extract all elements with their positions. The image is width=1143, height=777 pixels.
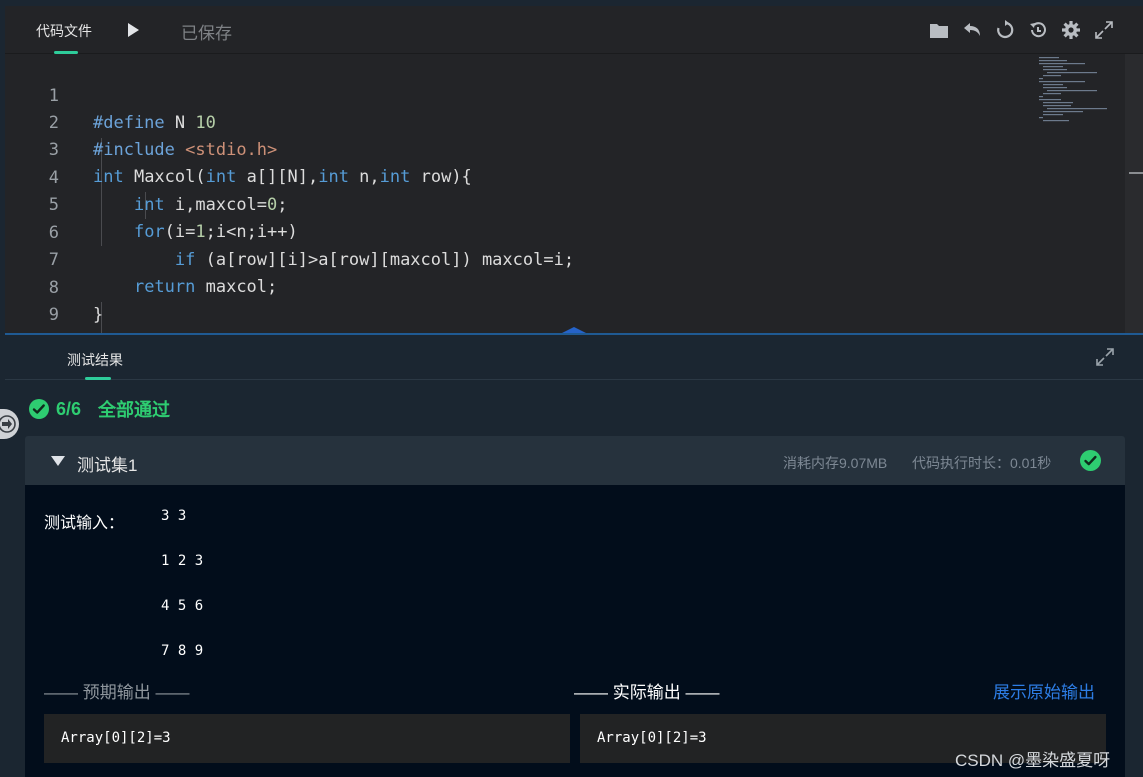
code-line: 1 #define N 10 — [5, 56, 216, 133]
undo-icon[interactable] — [960, 18, 983, 41]
check-circle-icon — [1080, 450, 1101, 471]
code-line: 2 #include <stdio.h> — [5, 83, 278, 160]
testset-body: 测试输入： 3 3 1 2 3 4 5 6 7 8 9 —— 预期输出 —— —… — [25, 485, 1125, 777]
expand-icon[interactable] — [1095, 347, 1115, 367]
watermark: CSDN @墨染盛夏呀 — [955, 751, 1111, 770]
code-text: int i,maxcol=0; — [133, 195, 288, 215]
code-editor: 代码文件 已保存 1 #define N 10 2 #include <stdi… — [5, 6, 1143, 380]
code-text: if (a[row][i]>a[row][maxcol]) maxcol=i; — [174, 250, 575, 270]
show-raw-output-link[interactable]: 展示原始输出 — [993, 678, 1095, 703]
actual-output-title: —— 实际输出 —— — [574, 683, 720, 702]
code-line: 9 int Minrow(int a[][N],int m,int col){ — [5, 275, 472, 352]
test-input-line: 1 2 3 — [161, 553, 204, 569]
refresh-icon[interactable] — [993, 18, 1016, 41]
code-area[interactable]: 1 #define N 10 2 #include <stdio.h> 3 in… — [5, 54, 1035, 380]
tab-active-indicator — [85, 377, 111, 380]
test-input-line: 7 8 9 — [161, 643, 204, 659]
history-icon[interactable] — [1026, 18, 1049, 41]
gear-icon[interactable] — [1059, 18, 1082, 41]
code-line: 6 if (a[row][i]>a[row][maxcol]) maxcol=i… — [5, 193, 574, 270]
code-line: 7 return maxcol; — [5, 220, 278, 297]
testset-title: 测试集1 — [77, 456, 138, 475]
editor-tool-icons — [927, 18, 1115, 41]
expected-output-title: —— 预期输出 —— — [44, 683, 190, 702]
code-text: for(i=1;i<n;i++) — [133, 222, 298, 242]
play-icon — [128, 23, 139, 37]
result-summary: 6/6 全部通过 — [29, 396, 170, 422]
expected-output-box: Array[0][2]=3 — [44, 714, 570, 763]
code-line: 3 int Maxcol(int a[][N],int n,int row){ — [5, 110, 472, 187]
editor-toolbar: 代码文件 已保存 — [5, 6, 1143, 54]
collapse-triangle-icon[interactable] — [51, 456, 65, 466]
test-input-label: 测试输入： — [44, 515, 125, 532]
result-header: 测试结果 — [5, 335, 1143, 380]
tab-code-file[interactable]: 代码文件 — [36, 21, 92, 41]
arrow-right-circle-icon — [0, 415, 16, 433]
tab-test-results[interactable]: 测试结果 — [67, 350, 123, 370]
code-line: 8 } — [5, 248, 104, 325]
editor-scrollbar[interactable] — [1125, 54, 1143, 334]
pass-score: 6/6 — [56, 398, 82, 419]
folder-icon[interactable] — [927, 18, 950, 41]
code-text: } — [93, 305, 104, 325]
test-input-line: 3 3 — [161, 508, 187, 524]
check-circle-icon — [29, 399, 49, 419]
code-text: #include <stdio.h> — [93, 140, 278, 160]
code-text: #define N 10 — [93, 113, 216, 133]
run-button[interactable] — [126, 20, 142, 40]
memory-usage: 消耗内存9.07MB — [783, 455, 888, 471]
execution-time: 代码执行时长：0.01秒 — [912, 455, 1052, 471]
scrollbar-thumb[interactable] — [1129, 172, 1143, 174]
code-line: 5 for(i=1;i<n;i++) — [5, 165, 298, 242]
code-line: 10 int i,minrow=0; — [5, 303, 288, 380]
code-text: return maxcol; — [133, 277, 278, 297]
code-text: int Maxcol(int a[][N],int n,int row){ — [93, 167, 472, 187]
actual-output-text: Array[0][2]=3 — [597, 730, 707, 746]
testset-header[interactable]: 测试集1 消耗内存9.07MB 代码执行时长：0.01秒 — [25, 436, 1125, 485]
code-minimap[interactable] — [1035, 54, 1125, 124]
test-input-line: 4 5 6 — [161, 598, 204, 614]
expected-output-text: Array[0][2]=3 — [61, 730, 171, 746]
code-line: 4 int i,maxcol=0; — [5, 138, 288, 215]
pass-status: 全部通过 — [98, 400, 171, 420]
expand-icon[interactable] — [1092, 18, 1115, 41]
saved-status: 已保存 — [181, 24, 232, 43]
